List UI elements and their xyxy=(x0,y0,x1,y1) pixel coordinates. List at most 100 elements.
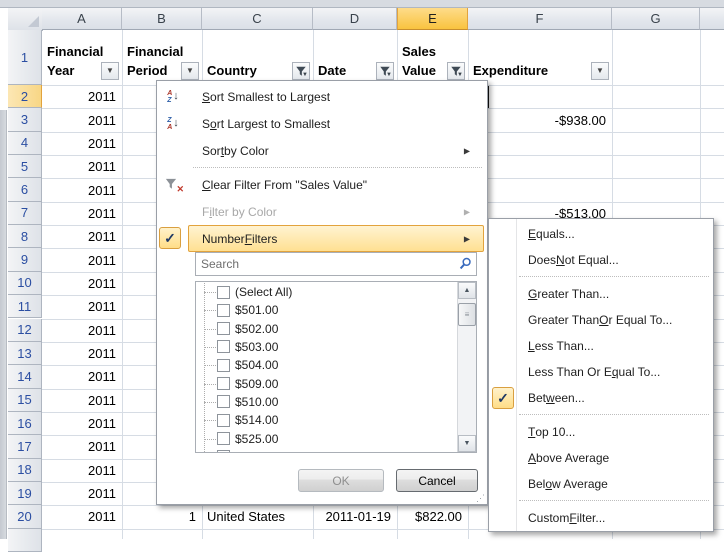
header-cell-financial-period[interactable]: FinancialPeriod▼ xyxy=(122,30,202,85)
cell-A11[interactable]: 2011 xyxy=(42,295,122,318)
cell-A6[interactable]: 2011 xyxy=(42,178,122,201)
checkbox[interactable] xyxy=(217,340,230,353)
col-header-D[interactable]: D xyxy=(313,8,397,30)
col-header-E[interactable]: E xyxy=(397,8,468,30)
cell-E20[interactable]: $822.00 xyxy=(397,505,468,528)
less-than-menu-item[interactable]: Less Than... xyxy=(489,333,713,359)
checkbox[interactable] xyxy=(217,322,230,335)
row-header-19[interactable]: 19 xyxy=(8,482,42,505)
cancel-button[interactable]: Cancel xyxy=(396,469,478,492)
row-header-20[interactable]: 20 xyxy=(8,505,42,528)
cell-A10[interactable]: 2011 xyxy=(42,272,122,295)
cell-A18[interactable]: 2011 xyxy=(42,459,122,482)
scroll-down-icon[interactable]: ▼ xyxy=(458,435,476,452)
dropdown-button[interactable]: ▼ xyxy=(101,62,119,80)
sort-smallest-to-largest-menu-item[interactable]: AZ↓Sort Smallest to Largest xyxy=(157,83,487,110)
filter-value-501-00[interactable]: $501.00 xyxy=(196,301,457,319)
filter-value-503-00[interactable]: $503.00 xyxy=(196,338,457,356)
header-cell-date[interactable]: Date▼ xyxy=(313,30,397,85)
row-header-15[interactable]: 15 xyxy=(8,389,42,412)
filter-by-color-menu-item[interactable]: Filter by Color▶ xyxy=(157,198,487,225)
col-header-partial[interactable] xyxy=(700,8,724,30)
row-header-16[interactable]: 16 xyxy=(8,412,42,435)
cell-A15[interactable]: 2011 xyxy=(42,389,122,412)
cell-A4[interactable]: 2011 xyxy=(42,132,122,155)
checkbox[interactable] xyxy=(217,414,230,427)
col-header-A[interactable]: A xyxy=(42,8,122,30)
col-header-G[interactable]: G xyxy=(612,8,700,30)
equals-menu-item[interactable]: Equals... xyxy=(489,221,713,247)
clear-filter-from-sales-value-menu-item[interactable]: ✕Clear Filter From "Sales Value" xyxy=(157,171,487,198)
top-10-menu-item[interactable]: Top 10... xyxy=(489,419,713,445)
cell-A20[interactable]: 2011 xyxy=(42,505,122,528)
row-header-7[interactable]: 7 xyxy=(8,202,42,225)
cell-F3[interactable]: -$938.00 xyxy=(468,108,612,131)
checkbox[interactable] xyxy=(217,359,230,372)
value-list-scrollbar[interactable]: ▲ ≡ ▼ xyxy=(457,282,476,452)
row-header-4[interactable]: 4 xyxy=(8,132,42,155)
row-header-13[interactable]: 13 xyxy=(8,342,42,365)
scrollbar-thumb[interactable]: ≡ xyxy=(458,303,476,326)
row-header-10[interactable]: 10 xyxy=(8,272,42,295)
row-header-18[interactable]: 18 xyxy=(8,459,42,482)
checkbox[interactable] xyxy=(217,377,230,390)
applied-filter-button[interactable]: ▼ xyxy=(447,62,465,80)
row-header-17[interactable]: 17 xyxy=(8,435,42,458)
col-header-C[interactable]: C xyxy=(202,8,313,30)
applied-filter-button[interactable]: ▼ xyxy=(376,62,394,80)
between-menu-item[interactable]: ✓Between... xyxy=(489,385,713,411)
dropdown-button[interactable]: ▼ xyxy=(591,62,609,80)
cell-A19[interactable]: 2011 xyxy=(42,482,122,505)
row-header-6[interactable]: 6 xyxy=(8,178,42,201)
row-header-3[interactable]: 3 xyxy=(8,108,42,131)
checkbox[interactable] xyxy=(217,304,230,317)
col-header-B[interactable]: B xyxy=(122,8,202,30)
ok-button[interactable]: OK xyxy=(298,469,384,492)
cell-A2[interactable]: 2011 xyxy=(42,85,122,108)
cell-A5[interactable]: 2011 xyxy=(42,155,122,178)
dropdown-button[interactable]: ▼ xyxy=(181,62,199,80)
greater-than-menu-item[interactable]: Greater Than... xyxy=(489,281,713,307)
header-cell-expenditure[interactable]: Expenditure▼ xyxy=(468,30,612,85)
cell-A9[interactable]: 2011 xyxy=(42,248,122,271)
checkbox[interactable] xyxy=(217,395,230,408)
cell-A7[interactable]: 2011 xyxy=(42,202,122,225)
filter-value-514-00[interactable]: $514.00 xyxy=(196,411,457,429)
does-not-equal-menu-item[interactable]: Does Not Equal... xyxy=(489,247,713,273)
checkbox[interactable] xyxy=(217,450,230,452)
less-than-or-equal-to-menu-item[interactable]: Less Than Or Equal To... xyxy=(489,359,713,385)
row-header-14[interactable]: 14 xyxy=(8,365,42,388)
row-header-12[interactable]: 12 xyxy=(8,319,42,342)
cell-A16[interactable]: 2011 xyxy=(42,412,122,435)
cell-D20[interactable]: 2011-01-19 xyxy=(313,505,397,528)
filter-value-502-00[interactable]: $502.00 xyxy=(196,320,457,338)
scroll-up-icon[interactable]: ▲ xyxy=(458,282,476,299)
above-average-menu-item[interactable]: Above Average xyxy=(489,445,713,471)
search-input[interactable] xyxy=(195,252,477,276)
filter-value-partial[interactable] xyxy=(196,448,457,452)
header-cell-sales-value[interactable]: SalesValue▼ xyxy=(397,30,468,85)
cell-A12[interactable]: 2011 xyxy=(42,319,122,342)
custom-filter-menu-item[interactable]: Custom Filter... xyxy=(489,505,713,531)
filter-value-504-00[interactable]: $504.00 xyxy=(196,356,457,374)
row-header-1[interactable]: 1 xyxy=(8,30,42,85)
filter-value-525-00[interactable]: $525.00 xyxy=(196,429,457,447)
row-header-partial[interactable] xyxy=(8,529,42,552)
cell-A17[interactable]: 2011 xyxy=(42,435,122,458)
checkbox[interactable] xyxy=(217,432,230,445)
row-header-11[interactable]: 11 xyxy=(8,295,42,318)
cell-B20[interactable]: 1 xyxy=(122,505,202,528)
resize-grip[interactable]: ⋰ xyxy=(476,494,485,503)
applied-filter-button[interactable]: ▼ xyxy=(292,62,310,80)
cell-A8[interactable]: 2011 xyxy=(42,225,122,248)
select-all-corner[interactable] xyxy=(8,8,43,31)
filter-value-510-00[interactable]: $510.00 xyxy=(196,393,457,411)
header-cell-financial-year[interactable]: FinancialYear▼ xyxy=(42,30,122,85)
sort-largest-to-smallest-menu-item[interactable]: ZA↓Sort Largest to Smallest xyxy=(157,110,487,137)
number-filters-menu-item[interactable]: ✓Number Filters▶ xyxy=(157,225,487,252)
row-header-9[interactable]: 9 xyxy=(8,248,42,271)
filter-value-select-all[interactable]: (Select All) xyxy=(196,283,457,301)
greater-than-or-equal-to-menu-item[interactable]: Greater Than Or Equal To... xyxy=(489,307,713,333)
cell-C20[interactable]: United States xyxy=(202,505,313,528)
filter-value-509-00[interactable]: $509.00 xyxy=(196,374,457,392)
